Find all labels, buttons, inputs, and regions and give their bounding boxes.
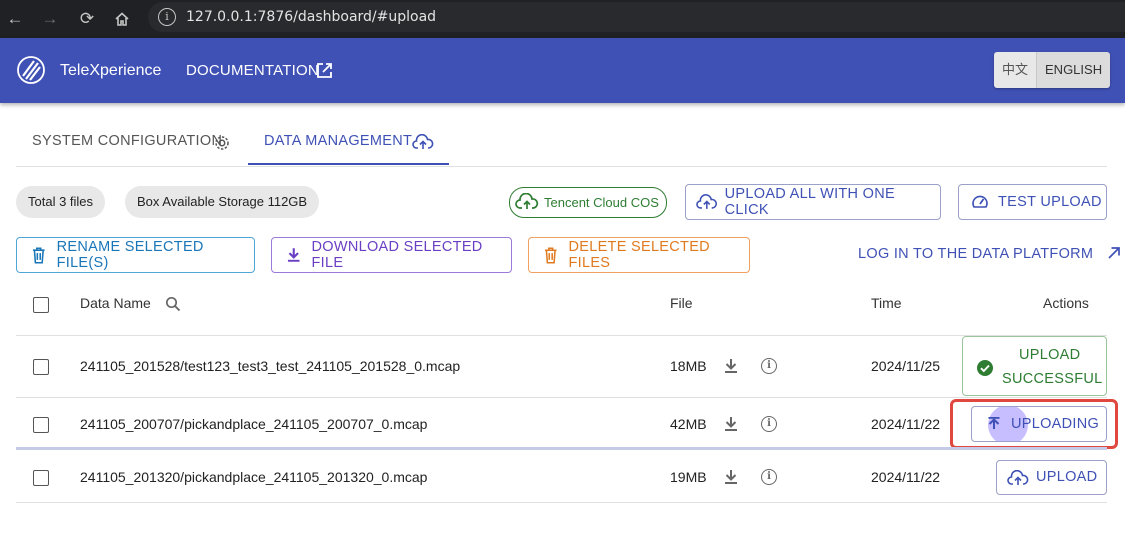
file-size: 18MB xyxy=(670,358,707,374)
download-icon[interactable] xyxy=(724,469,738,485)
row-checkbox[interactable] xyxy=(33,417,49,433)
tab-label: SYSTEM CONFIGURATION xyxy=(32,133,223,149)
cloud-upload-icon xyxy=(696,193,717,209)
forward-icon[interactable]: → xyxy=(37,6,63,32)
trash-icon xyxy=(32,246,45,264)
tab-label: DATA MANAGEMENT xyxy=(264,133,413,149)
app-logo-icon[interactable] xyxy=(17,56,45,84)
upload-status-line2: SUCCESSFUL xyxy=(1002,371,1103,387)
upload-successful-button[interactable]: UPLOAD SUCCESSFUL xyxy=(962,336,1107,396)
gear-icon xyxy=(215,136,229,150)
cloud-provider-label: Tencent Cloud COS xyxy=(544,195,659,210)
info-icon[interactable]: i xyxy=(761,358,777,374)
info-icon[interactable]: i xyxy=(761,416,777,432)
cloud-upload-icon xyxy=(515,193,539,209)
column-header-time: Time xyxy=(871,295,902,311)
delete-files-label: DELETE SELECTED FILES xyxy=(568,239,710,271)
file-time: 2024/11/22 xyxy=(871,469,941,485)
site-info-icon[interactable]: i xyxy=(158,8,176,26)
reload-icon[interactable]: ⟳ xyxy=(74,6,100,32)
rename-files-label: RENAME SELECTED FILE(S) xyxy=(56,239,204,271)
file-time: 2024/11/22 xyxy=(871,416,941,432)
download-file-button[interactable]: DOWNLOAD SELECTED FILE xyxy=(271,237,512,273)
file-size: 42MB xyxy=(670,416,707,432)
external-link-icon[interactable] xyxy=(316,62,333,79)
speedometer-icon xyxy=(972,195,988,208)
total-files-chip: Total 3 files xyxy=(16,186,106,218)
tab-data-management[interactable]: DATA MANAGEMENT xyxy=(264,133,412,149)
info-icon[interactable]: i xyxy=(761,469,777,485)
home-icon[interactable] xyxy=(109,6,135,32)
tabs-divider xyxy=(16,166,1107,167)
row-checkbox[interactable] xyxy=(33,359,49,375)
data-platform-label: LOG IN TO THE DATA PLATFORM xyxy=(858,246,1094,262)
language-switch: 中文 ENGLISH xyxy=(994,52,1111,88)
column-header-file: File xyxy=(670,295,693,311)
row-checkbox[interactable] xyxy=(33,470,49,486)
upload-button[interactable]: UPLOAD xyxy=(996,460,1107,495)
download-icon[interactable] xyxy=(724,416,738,432)
rename-files-button[interactable]: RENAME SELECTED FILE(S) xyxy=(16,237,255,273)
check-circle-icon xyxy=(977,360,993,376)
back-icon[interactable]: ← xyxy=(2,6,28,32)
cloud-upload-icon xyxy=(1007,470,1029,485)
upload-progress-bar xyxy=(16,447,1107,450)
cloud-provider-chip[interactable]: Tencent Cloud COS xyxy=(509,187,667,218)
select-all-checkbox[interactable] xyxy=(33,297,49,313)
trash-icon xyxy=(544,247,557,263)
download-icon[interactable] xyxy=(724,358,738,374)
row-divider xyxy=(16,397,1107,398)
upload-all-label: UPLOAD ALL WITH ONE CLICK xyxy=(724,186,895,218)
data-platform-login-link[interactable]: LOG IN TO THE DATA PLATFORM xyxy=(858,246,1120,262)
file-time: 2024/11/25 xyxy=(871,358,941,374)
header-divider xyxy=(16,335,1107,336)
row-divider xyxy=(16,502,1107,503)
upload-status-line1: UPLOAD xyxy=(1019,347,1081,363)
arrow-north-east-icon xyxy=(1108,247,1120,259)
upload-all-button[interactable]: UPLOAD ALL WITH ONE CLICK xyxy=(685,184,941,220)
documentation-link[interactable]: DOCUMENTATION xyxy=(186,62,319,79)
brand-name[interactable]: TeleXperience xyxy=(60,62,161,80)
file-name: 241105_201528/test123_test3_test_241105_… xyxy=(80,358,461,374)
download-icon xyxy=(287,248,300,262)
column-header-actions: Actions xyxy=(1043,295,1089,311)
file-name: 241105_200707/pickandplace_241105_200707… xyxy=(80,416,428,432)
app-header: TeleXperience DOCUMENTATION 中文 ENGLISH xyxy=(0,38,1125,103)
file-size: 19MB xyxy=(670,469,707,485)
file-name: 241105_201320/pickandplace_241105_201320… xyxy=(80,469,428,485)
address-bar[interactable]: i 127.0.0.1:7876/dashboard/#upload xyxy=(148,2,1125,32)
search-icon[interactable] xyxy=(165,296,181,312)
cloud-upload-icon xyxy=(412,134,434,149)
tab-indicator xyxy=(248,163,449,165)
browser-toolbar: ← → ⟳ i 127.0.0.1:7876/dashboard/#upload xyxy=(0,0,1125,38)
download-file-label: DOWNLOAD SELECTED FILE xyxy=(311,239,483,271)
highlight-box xyxy=(950,399,1118,449)
test-upload-button[interactable]: TEST UPLOAD xyxy=(958,184,1107,220)
test-upload-label: TEST UPLOAD xyxy=(998,194,1102,210)
tab-system-configuration[interactable]: SYSTEM CONFIGURATION xyxy=(32,133,222,149)
delete-files-button[interactable]: DELETE SELECTED FILES xyxy=(528,237,750,273)
url-text: 127.0.0.1:7876/dashboard/#upload xyxy=(186,9,437,25)
column-header-name: Data Name xyxy=(80,295,151,311)
lang-en-button[interactable]: ENGLISH xyxy=(1037,52,1111,88)
upload-label: UPLOAD xyxy=(1036,469,1098,485)
storage-chip: Box Available Storage 112GB xyxy=(125,186,320,218)
lang-zh-button[interactable]: 中文 xyxy=(994,52,1038,88)
